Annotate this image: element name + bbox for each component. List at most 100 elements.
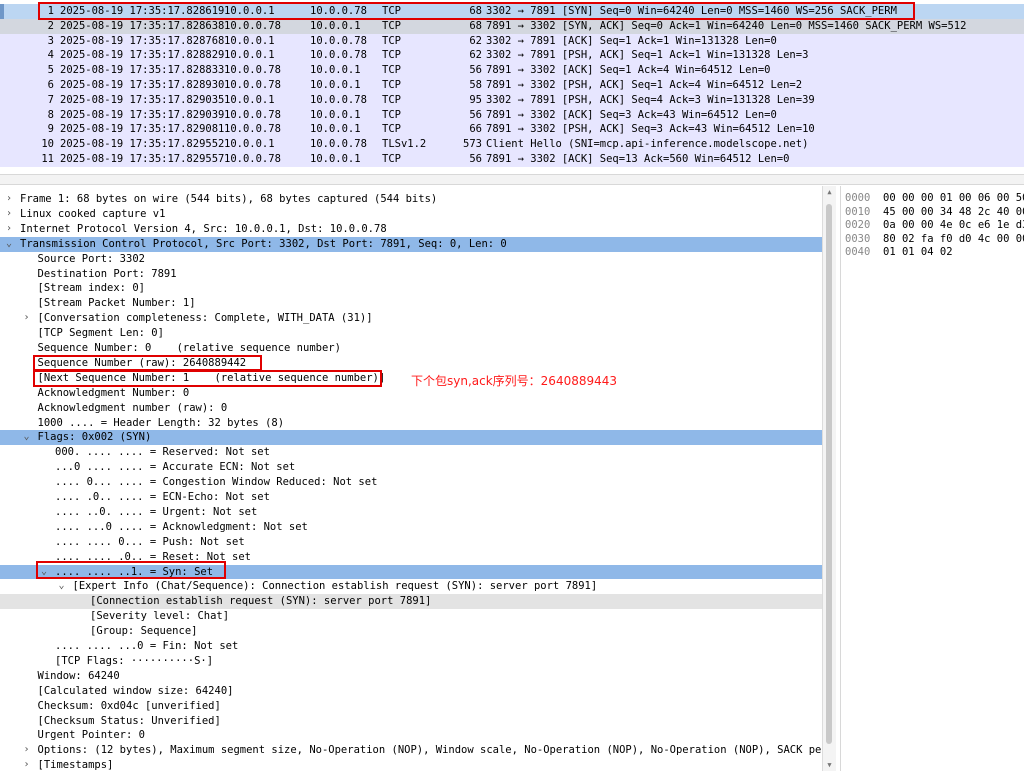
detail-tree-item[interactable]: [Stream Packet Number: 1]	[0, 296, 822, 311]
detail-tree-item[interactable]: Sequence Number (raw): 2640889442	[0, 356, 822, 371]
packet-row[interactable]: 2 2025-08-19 17:35:17.828638 10.0.0.78 10.0…	[0, 18, 1024, 34]
detail-tree-item[interactable]: 000. .... .... = Reserved: Not set	[0, 445, 822, 460]
detail-tree-label: 1000 .... = Header Length: 32 bytes (8)	[37, 416, 285, 429]
detail-tree-label: Window: 64240	[37, 669, 120, 682]
detail-tree-label: Transmission Control Protocol, Src Port:…	[20, 237, 507, 250]
collapse-chevron-icon[interactable]: ⌄	[4, 237, 14, 252]
packet-destination: 10.0.0.1	[310, 108, 361, 121]
detail-tree-item[interactable]: Urgent Pointer: 0	[0, 728, 822, 743]
detail-tree-item[interactable]: [TCP Segment Len: 0]	[0, 326, 822, 341]
detail-tree-label: [Stream index: 0]	[37, 282, 145, 295]
hex-offset: 0010	[845, 205, 871, 218]
packet-info: 7891 → 3302 [PSH, ACK] Seq=3 Ack=43 Win=…	[486, 123, 815, 136]
packet-info: 7891 → 3302 [SYN, ACK] Seq=0 Ack=1 Win=6…	[486, 19, 967, 32]
detail-tree-label: [Timestamps]	[37, 759, 114, 771]
annotation-text: 下个包syn,ack序列号：2640889443	[411, 374, 618, 388]
packet-protocol: TCP	[382, 34, 401, 47]
details-scrollbar[interactable]: ▲ ▼	[822, 186, 836, 771]
packet-row[interactable]: 5 2025-08-19 17:35:17.828833 10.0.0.78 10.0…	[0, 63, 1024, 78]
detail-tree-item[interactable]: ⌄ .... .... ..1. = Syn: Set	[0, 564, 822, 580]
scroll-up-icon[interactable]: ▲	[823, 188, 836, 196]
packet-time: 2025-08-19 17:35:17.828833	[60, 64, 225, 77]
detail-tree-item[interactable]: [Checksum Status: Unverified]	[0, 714, 822, 729]
detail-tree-item[interactable]: Source Port: 3302	[0, 252, 822, 267]
detail-tree-label: [Next Sequence Number: 1 (relative seque…	[37, 371, 386, 384]
detail-tree-label: Flags: 0x002 (SYN)	[37, 431, 152, 444]
detail-tree-label: Urgent Pointer: 0	[37, 729, 145, 742]
packet-source: 10.0.0.78	[224, 64, 281, 77]
detail-tree-item[interactable]: ⌄ Transmission Control Protocol, Src Port…	[0, 236, 822, 252]
detail-tree-item[interactable]: › Internet Protocol Version 4, Src: 10.0.…	[0, 222, 822, 237]
packet-info: 3302 → 7891 [PSH, ACK] Seq=4 Ack=3 Win=1…	[486, 93, 815, 106]
expand-chevron-icon[interactable]: ›	[4, 222, 14, 237]
detail-tree-item[interactable]: .... .... .0.. = Reset: Not set	[0, 550, 822, 565]
packet-destination: 10.0.0.1	[310, 79, 361, 91]
detail-tree-label: Destination Port: 7891	[37, 267, 177, 280]
packet-time: 2025-08-19 17:35:17.829557	[60, 153, 225, 165]
collapse-chevron-icon[interactable]: ⌄	[22, 430, 32, 445]
scrollbar-thumb[interactable]	[826, 204, 832, 744]
detail-tree-item[interactable]: .... ...0 .... = Acknowledgment: Not set	[0, 520, 822, 535]
packet-row[interactable]: 4 2025-08-19 17:35:17.828829 10.0.0.1 10.0.…	[0, 48, 1024, 64]
packet-row[interactable]: 3 2025-08-19 17:35:17.828768 10.0.0.1 10.0.…	[0, 33, 1024, 49]
packet-number: 7	[47, 93, 54, 106]
detail-tree-item[interactable]: Destination Port: 7891	[0, 267, 822, 282]
detail-tree-item[interactable]: ⌄ Flags: 0x002 (SYN)	[0, 430, 822, 446]
packet-length: 58	[469, 79, 482, 91]
detail-tree-item[interactable]: › Linux cooked capture v1	[0, 207, 822, 222]
expand-chevron-icon[interactable]: ›	[22, 758, 32, 771]
detail-tree-item[interactable]: › Frame 1: 68 bytes on wire (544 bits), 6…	[0, 192, 822, 207]
detail-tree-item[interactable]: Acknowledgment number (raw): 0	[0, 401, 822, 416]
expand-chevron-icon[interactable]: ›	[22, 311, 32, 326]
packet-details-tree[interactable]: › Frame 1: 68 bytes on wire (544 bits), 6…	[0, 186, 822, 771]
packet-row[interactable]: 1 2025-08-19 17:35:17.828619 10.0.0.1 10.0.…	[0, 4, 1024, 19]
packet-row[interactable]: 11 2025-08-19 17:35:17.829557 10.0.0.78 10.…	[0, 152, 1024, 167]
detail-tree-item[interactable]: 1000 .... = Header Length: 32 bytes (8)	[0, 416, 822, 431]
packet-protocol: TCP	[382, 64, 401, 77]
collapse-chevron-icon[interactable]: ⌄	[39, 565, 49, 580]
scroll-down-icon[interactable]: ▼	[823, 761, 836, 769]
detail-tree-item[interactable]: .... .0.. .... = ECN-Echo: Not set	[0, 490, 822, 505]
packet-info: 7891 → 3302 [ACK] Seq=1 Ack=4 Win=64512 …	[486, 64, 771, 77]
detail-tree-item[interactable]: [Group: Sequence]	[0, 624, 822, 639]
packet-row[interactable]: 10 2025-08-19 17:35:17.829552 10.0.0.1 10.0…	[0, 137, 1024, 152]
detail-tree-item[interactable]: .... ..0. .... = Urgent: Not set	[0, 505, 822, 520]
detail-tree-item[interactable]: [Stream index: 0]	[0, 281, 822, 296]
packet-row[interactable]: 7 2025-08-19 17:35:17.829035 10.0.0.1 10.0.…	[0, 92, 1024, 108]
detail-tree-label: .... .... ...0 = Fin: Not set	[55, 640, 239, 652]
detail-tree-item[interactable]: [TCP Flags: ··········S·]	[0, 654, 822, 669]
detail-tree-item[interactable]: [Calculated window size: 64240]	[0, 684, 822, 699]
detail-tree-item[interactable]: › Options: (12 bytes), Maximum segment si…	[0, 743, 822, 758]
packet-length: 573	[463, 138, 482, 151]
packet-bytes-pane[interactable]: 0000 00 00 00 01 00 06 00 50 0010 45 00 00 …	[840, 186, 1024, 771]
pane-splitter[interactable]	[0, 174, 1024, 185]
packet-length: 56	[469, 153, 482, 165]
packet-number: 9	[47, 123, 54, 136]
detail-tree-item[interactable]: › [Timestamps]	[0, 758, 822, 771]
expand-chevron-icon[interactable]: ›	[4, 207, 14, 222]
detail-tree-item[interactable]: ...0 .... .... = Accurate ECN: Not set	[0, 460, 822, 475]
detail-tree-item[interactable]: [Connection establish request (SYN): ser…	[0, 594, 822, 610]
expand-chevron-icon[interactable]: ›	[4, 192, 14, 207]
detail-tree-item[interactable]: .... 0... .... = Congestion Window Reduc…	[0, 475, 822, 490]
packet-row[interactable]: 8 2025-08-19 17:35:17.829039 10.0.0.78 10.0…	[0, 107, 1024, 123]
packet-row[interactable]: 6 2025-08-19 17:35:17.828930 10.0.0.78 10.0…	[0, 78, 1024, 93]
detail-tree-item[interactable]: Sequence Number: 0 (relative sequence nu…	[0, 341, 822, 356]
packet-time: 2025-08-19 17:35:17.828619	[60, 5, 225, 17]
detail-tree-item[interactable]: Window: 64240	[0, 669, 822, 684]
detail-tree-item[interactable]: [Severity level: Chat]	[0, 609, 822, 624]
packet-destination: 10.0.0.1	[310, 123, 361, 136]
collapse-chevron-icon[interactable]: ⌄	[57, 579, 67, 594]
expand-chevron-icon[interactable]: ›	[22, 743, 32, 758]
packet-list[interactable]: 1 2025-08-19 17:35:17.828619 10.0.0.1 10.0.…	[0, 0, 1024, 174]
detail-tree-item[interactable]: .... .... 0... = Push: Not set	[0, 535, 822, 550]
detail-tree-item[interactable]: › [Conversation completeness: Complete, W…	[0, 311, 822, 326]
detail-tree-item[interactable]: Checksum: 0xd04c [unverified]	[0, 699, 822, 714]
detail-tree-item[interactable]: .... .... ...0 = Fin: Not set	[0, 639, 822, 654]
hex-bytes: 00 00 00 01 00 06 00 50	[883, 192, 1024, 204]
detail-tree-label: Linux cooked capture v1	[20, 207, 166, 220]
detail-tree-label: [Severity level: Chat]	[90, 610, 230, 623]
detail-tree-item[interactable]: ⌄ [Expert Info (Chat/Sequence): Connectio…	[0, 579, 822, 594]
packet-row[interactable]: 9 2025-08-19 17:35:17.829081 10.0.0.78 10.0…	[0, 122, 1024, 138]
hex-bytes: 45 00 00 34 48 2c 40 00	[883, 205, 1024, 218]
